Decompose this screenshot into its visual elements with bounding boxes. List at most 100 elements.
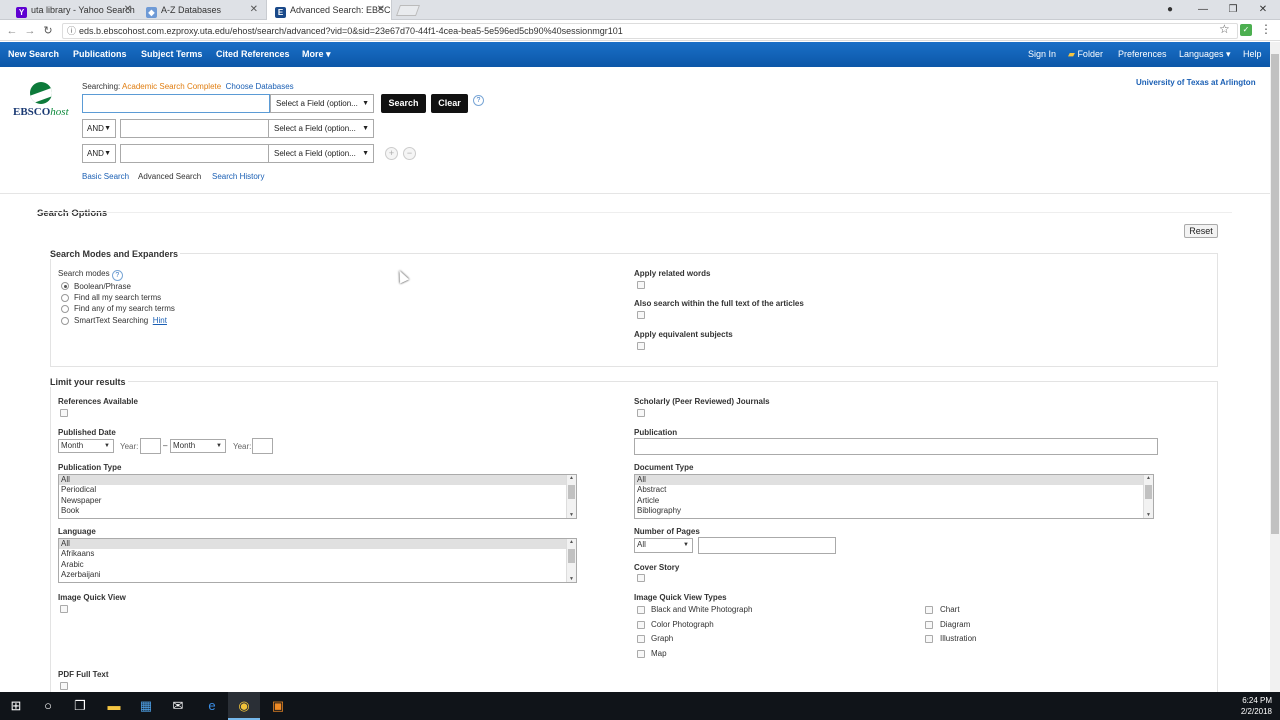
reload-icon[interactable]: ↻ — [40, 23, 56, 39]
pages-operator-select[interactable]: All ▼ — [634, 538, 693, 553]
nav-new-search[interactable]: New Search — [8, 42, 59, 67]
nav-more[interactable]: More ▾ — [302, 42, 331, 67]
checkbox-graph[interactable] — [637, 635, 645, 643]
list-item[interactable]: Afrikaans — [59, 549, 576, 559]
publication-type-list[interactable]: All Periodical Newspaper Book ▲ ▼ — [58, 474, 577, 519]
list-item[interactable]: Bibliography — [635, 506, 1153, 516]
database-name[interactable]: Academic Search Complete — [122, 82, 221, 91]
nav-cited-references[interactable]: Cited References — [216, 42, 290, 67]
close-window-button[interactable]: ✕ — [1248, 0, 1278, 20]
start-year-input[interactable] — [140, 438, 161, 454]
radio-boolean-phrase[interactable] — [61, 282, 69, 290]
checkbox-diagram[interactable] — [925, 621, 933, 629]
nav-help[interactable]: Help — [1243, 42, 1262, 67]
system-clock[interactable]: 6:24 PM 2/2/2018 — [1241, 695, 1272, 717]
nav-preferences[interactable]: Preferences — [1118, 42, 1167, 67]
checkbox-illustration[interactable] — [925, 635, 933, 643]
nav-folder[interactable]: ▰ Folder — [1068, 42, 1103, 67]
list-scrollbar[interactable]: ▲ ▼ — [566, 475, 576, 518]
list-item[interactable]: Periodical — [59, 485, 576, 495]
mail-icon[interactable]: ✉ — [162, 692, 194, 720]
field-select-1[interactable]: Select a Field (option... ▼ — [270, 94, 374, 113]
nav-publications[interactable]: Publications — [73, 42, 127, 67]
close-tab-icon[interactable]: ✕ — [377, 0, 385, 20]
list-item[interactable]: Article — [635, 496, 1153, 506]
nav-sign-in[interactable]: Sign In — [1028, 42, 1056, 67]
tab-yahoo[interactable]: Yuta library - Yahoo Search ✕ — [8, 0, 138, 20]
bookmark-star-icon[interactable]: ☆ — [1219, 22, 1230, 36]
document-type-list[interactable]: All Abstract Article Bibliography ▲ ▼ — [634, 474, 1154, 519]
search-input-1[interactable] — [82, 94, 270, 113]
back-icon[interactable]: ← — [4, 23, 20, 39]
url-input[interactable]: ⓘ eds.b.ebscohost.com.ezproxy.uta.edu/eh… — [62, 23, 1238, 39]
radio-find-any[interactable] — [61, 305, 69, 313]
radio-find-all[interactable] — [61, 294, 69, 302]
checkbox-scholarly[interactable] — [637, 409, 645, 417]
publication-input[interactable] — [634, 438, 1158, 455]
windows-start-icon[interactable]: ⊞ — [0, 692, 32, 720]
checkbox-bw-photograph[interactable] — [637, 606, 645, 614]
checkbox-pdf-full-text[interactable] — [60, 682, 68, 690]
file-explorer-icon[interactable]: ▬ — [98, 692, 130, 720]
store-icon[interactable]: ▦ — [130, 692, 162, 720]
task-view-icon[interactable]: ❐ — [64, 692, 96, 720]
forward-icon[interactable]: → — [22, 23, 38, 39]
reset-button[interactable]: Reset — [1184, 224, 1218, 238]
start-month-select[interactable]: Month ▼ — [58, 439, 114, 453]
scrollbar-thumb[interactable] — [1271, 54, 1279, 534]
checkbox-equivalent-subjects[interactable] — [637, 342, 645, 350]
pages-input[interactable] — [698, 537, 836, 554]
extension-icon[interactable]: ✓ — [1240, 24, 1252, 36]
list-scrollbar[interactable]: ▲ ▼ — [1143, 475, 1153, 518]
help-icon[interactable]: ? — [111, 270, 123, 281]
close-tab-icon[interactable]: ✕ — [124, 0, 132, 20]
list-scrollbar[interactable]: ▲ ▼ — [566, 539, 576, 582]
list-item[interactable]: All — [635, 475, 1153, 486]
radio-smarttext[interactable] — [61, 317, 69, 325]
checkbox-references-available[interactable] — [60, 409, 68, 417]
checkbox-related-words[interactable] — [637, 281, 645, 289]
clear-button[interactable]: Clear — [431, 94, 468, 113]
search-input-3[interactable] — [120, 144, 270, 163]
end-month-select[interactable]: Month ▼ — [170, 439, 226, 453]
page-scrollbar[interactable] — [1270, 42, 1280, 692]
search-button[interactable]: Search — [381, 94, 426, 113]
basic-search-link[interactable]: Basic Search — [82, 172, 129, 181]
list-item[interactable]: Book — [59, 506, 576, 516]
tab-az-databases[interactable]: ◆ A-Z Databases ✕ — [138, 0, 264, 20]
language-list[interactable]: All Afrikaans Arabic Azerbaijani ▲ ▼ — [58, 538, 577, 583]
list-item[interactable]: Abstract — [635, 485, 1153, 495]
search-icon[interactable]: ○ — [32, 692, 64, 720]
profile-icon[interactable]: ● — [1155, 0, 1185, 20]
hint-link[interactable]: Hint — [153, 316, 167, 325]
add-row-icon[interactable]: + — [385, 147, 398, 160]
app-icon[interactable]: ▣ — [262, 692, 294, 720]
tab-advanced-search[interactable]: E Advanced Search: EBSCO ✕ — [266, 0, 392, 20]
advanced-search-link[interactable]: Advanced Search — [138, 172, 201, 181]
list-item[interactable]: Azerbaijani — [59, 570, 576, 580]
field-select-2[interactable]: Select a Field (option... ▼ — [268, 119, 374, 138]
chrome-icon[interactable]: ◉ — [228, 692, 260, 720]
bool-operator-3[interactable]: AND ▼ — [82, 144, 116, 163]
nav-languages[interactable]: Languages ▾ — [1179, 42, 1231, 67]
close-tab-icon[interactable]: ✕ — [250, 0, 258, 20]
checkbox-chart[interactable] — [925, 606, 933, 614]
end-year-input[interactable] — [252, 438, 273, 454]
field-select-3[interactable]: Select a Field (option... ▼ — [268, 144, 374, 163]
search-input-2[interactable] — [120, 119, 270, 138]
checkbox-map[interactable] — [637, 650, 645, 658]
remove-row-icon[interactable]: − — [403, 147, 416, 160]
help-icon[interactable]: ? — [473, 95, 484, 106]
checkbox-full-text-search[interactable] — [637, 311, 645, 319]
list-item[interactable]: All — [59, 539, 576, 550]
list-item[interactable]: Newspaper — [59, 496, 576, 506]
checkbox-cover-story[interactable] — [637, 574, 645, 582]
choose-databases-link[interactable]: Choose Databases — [226, 82, 294, 91]
maximize-button[interactable]: ❐ — [1218, 0, 1248, 20]
search-history-link[interactable]: Search History — [212, 172, 264, 181]
checkbox-image-quick-view[interactable] — [60, 605, 68, 613]
minimize-button[interactable]: — — [1188, 0, 1218, 20]
list-item[interactable]: All — [59, 475, 576, 486]
nav-subject-terms[interactable]: Subject Terms — [141, 42, 202, 67]
checkbox-color-photograph[interactable] — [637, 621, 645, 629]
